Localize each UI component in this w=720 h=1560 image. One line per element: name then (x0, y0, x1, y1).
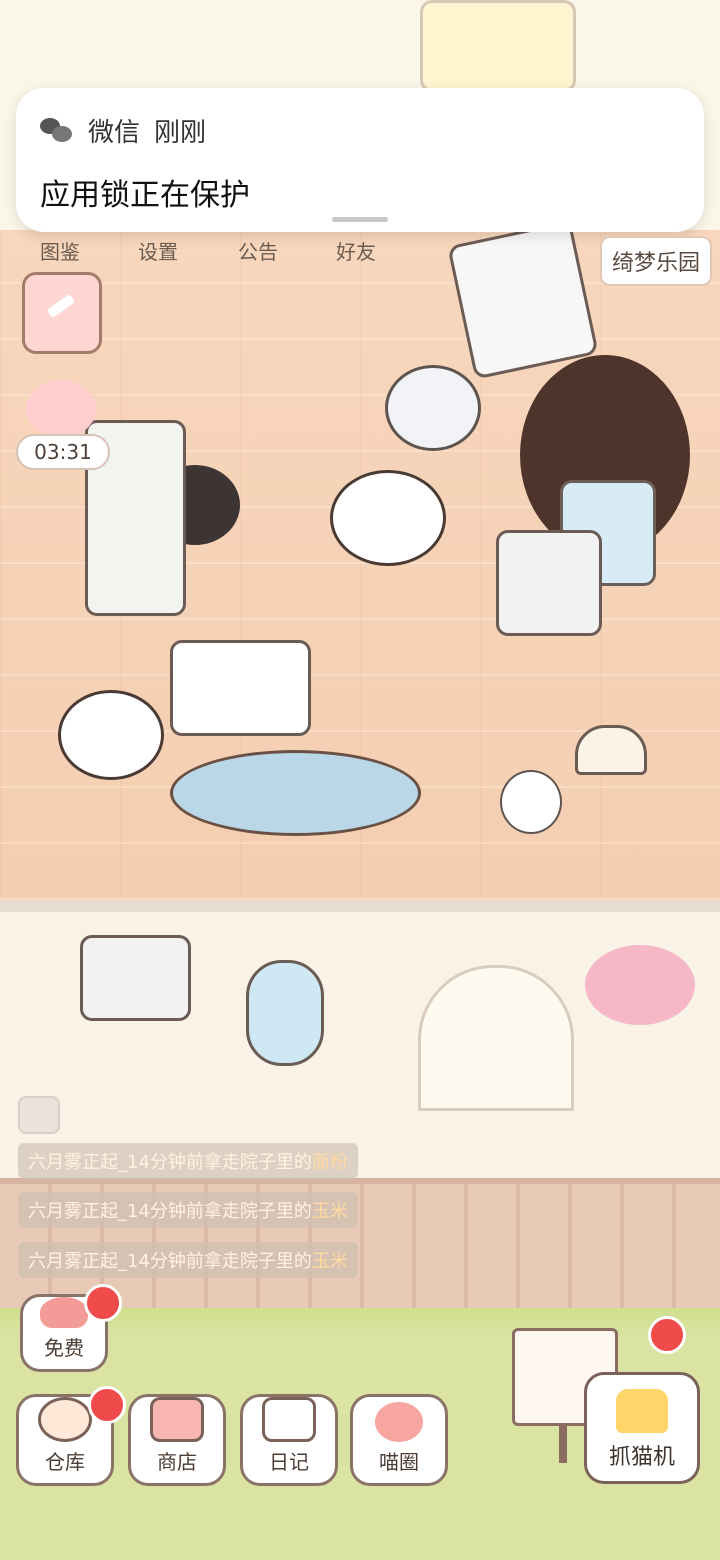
message-text: 六月雾正起_14分钟前拿走院子里的 (28, 1201, 312, 1222)
fan-unit (496, 530, 602, 636)
claw-machine-button[interactable]: 抓猫机 (584, 1372, 700, 1484)
message-row: 六月雾正起_14分钟前拿走院子里的 玉米 (18, 1242, 358, 1278)
heart-icon (40, 1297, 88, 1328)
wechat-icon (40, 117, 74, 144)
floor-lamp (575, 725, 647, 775)
notepad-icon[interactable] (22, 272, 102, 354)
shop-label: 商店 (157, 1450, 197, 1474)
message-toggle-icon[interactable] (18, 1096, 60, 1134)
diary-button[interactable]: 日记 (240, 1394, 338, 1486)
notification-title: 应用锁正在保护 (40, 178, 250, 213)
message-item: 玉米 (311, 1251, 348, 1272)
claw-icon (616, 1389, 668, 1433)
menu-settings[interactable]: 设置 (138, 236, 178, 265)
claw-machine-label: 抓猫机 (608, 1445, 675, 1470)
message-row: 六月雾正起_14分钟前拿走院子里的 面粉 (18, 1143, 358, 1179)
park-button[interactable]: 绮梦乐园 (600, 236, 712, 286)
notification-header: 微信 刚刚 (40, 112, 206, 149)
notification-banner[interactable]: 微信 刚刚 应用锁正在保护 (16, 88, 704, 232)
range-hood (80, 935, 191, 1021)
notification-app-name: 微信 (88, 118, 141, 148)
message-text: 六月雾正起_14分钟前拿走院子里的 (28, 1251, 312, 1272)
calico-cat-icon (58, 690, 164, 780)
dining-table (170, 750, 421, 836)
mirror (246, 960, 324, 1066)
planet-cat-icon (375, 1402, 423, 1442)
free-label: 免费 (44, 1336, 84, 1360)
shop-button[interactable]: 商店 (128, 1394, 226, 1486)
menu-handbook[interactable]: 图鉴 (40, 236, 80, 265)
countdown-timer: 03:31 (16, 434, 110, 470)
stove (170, 640, 311, 736)
room-divider (0, 900, 720, 912)
meow-circle-button[interactable]: 喵圈 (350, 1394, 448, 1486)
message-row: 六月雾正起_14分钟前拿走院子里的 玉米 (18, 1192, 358, 1228)
pink-flower-pot-icon (585, 945, 695, 1025)
notification-time: 刚刚 (154, 118, 207, 148)
astronaut-cat-icon (385, 365, 481, 451)
warehouse-label: 仓库 (45, 1450, 85, 1474)
message-item: 面粉 (311, 1152, 348, 1173)
diary-label: 日记 (269, 1450, 309, 1474)
menu-announcement[interactable]: 公告 (238, 236, 278, 265)
cat-face-icon (330, 470, 446, 566)
message-item: 玉米 (311, 1201, 348, 1222)
diary-icon (262, 1397, 316, 1442)
notification-handle[interactable] (332, 217, 388, 222)
angry-mouse-icon[interactable] (26, 380, 96, 438)
warehouse-icon (38, 1397, 92, 1442)
window (420, 0, 576, 92)
shop-icon (150, 1397, 204, 1442)
sign-notification-dot (648, 1316, 686, 1354)
free-notification-dot (84, 1284, 122, 1322)
message-text: 六月雾正起_14分钟前拿走院子里的 (28, 1152, 312, 1173)
warehouse-notification-dot (88, 1386, 126, 1424)
floral-curtain-door (418, 965, 574, 1111)
bunny-icon (500, 770, 562, 834)
menu-friends[interactable]: 好友 (336, 236, 376, 265)
meow-circle-label: 喵圈 (379, 1450, 419, 1474)
